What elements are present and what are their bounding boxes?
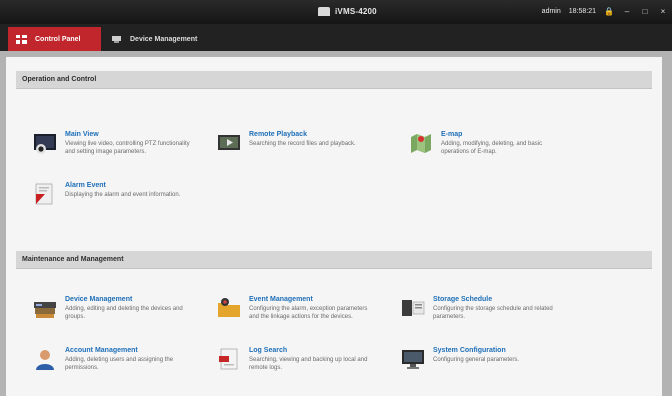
section-title: Maintenance and Management	[22, 256, 124, 263]
item-desc: Displaying the alarm and event informati…	[65, 192, 181, 198]
lock-icon[interactable]: 🔒	[604, 7, 614, 16]
item-desc: Searching the record files and playback.	[249, 141, 356, 147]
monitor-icon	[402, 350, 424, 369]
item-name: Log Search	[249, 347, 288, 354]
item-name: Account Management	[65, 347, 138, 354]
section-maintenance-management: Maintenance and Management	[16, 251, 652, 269]
alarm-icon	[35, 183, 53, 205]
user-icon	[36, 350, 54, 370]
section-title: Operation and Control	[22, 76, 97, 83]
log-icon	[219, 348, 238, 370]
item-remote-playback[interactable]: Remote Playback Searching the record fil…	[217, 131, 379, 155]
clock: 18:58:21	[568, 8, 596, 15]
item-storage-schedule[interactable]: Storage Schedule Configuring the storage…	[401, 296, 563, 321]
item-name: Storage Schedule	[433, 296, 493, 303]
tab-device-management[interactable]: Device Management	[103, 27, 205, 51]
storage-icon	[402, 300, 425, 316]
user-area: admin 18:58:21 🔒 – □ ×	[542, 7, 668, 16]
item-desc: Configuring general parameters.	[433, 357, 520, 363]
camera-icon	[34, 134, 56, 154]
tab-bar: Control Panel Device Management	[0, 24, 672, 51]
item-event-management[interactable]: Event Management Configuring the alarm, …	[217, 296, 379, 321]
item-name: Alarm Event	[65, 182, 106, 189]
item-desc: Adding, editing and deleting the devices…	[65, 306, 183, 321]
item-name: System Configuration	[433, 347, 506, 354]
username[interactable]: admin	[542, 8, 561, 15]
item-name: Main View	[65, 131, 99, 138]
title-bar: iVMS-4200 admin 18:58:21 🔒 – □ ×	[0, 0, 672, 24]
item-main-view[interactable]: Main View Viewing live video, controllin…	[33, 131, 195, 156]
app-logo-icon	[318, 7, 330, 16]
tab-control-panel[interactable]: Control Panel	[8, 27, 101, 51]
content-area: Operation and Control Main View Viewing …	[0, 51, 672, 396]
grid-icon	[16, 34, 27, 44]
item-name: Device Management	[65, 296, 133, 303]
app-title: iVMS-4200	[318, 7, 377, 16]
item-desc: Configuring the alarm, exception paramet…	[249, 306, 368, 321]
item-system-configuration[interactable]: System Configuration Configuring general…	[401, 347, 563, 371]
item-log-search[interactable]: Log Search Searching, viewing and backin…	[217, 347, 379, 372]
item-desc: Viewing live video, controlling PTZ func…	[65, 141, 190, 156]
item-alarm-event[interactable]: Alarm Event Displaying the alarm and eve…	[33, 182, 195, 206]
item-account-management[interactable]: Account Management Adding, deleting user…	[33, 347, 195, 372]
close-icon[interactable]: ×	[658, 7, 668, 16]
section-operation-control: Operation and Control	[16, 71, 652, 89]
item-name: Event Management	[249, 296, 313, 303]
item-name: E-map	[441, 131, 463, 138]
item-device-management[interactable]: Device Management Adding, editing and de…	[33, 296, 195, 321]
minimize-icon[interactable]: –	[622, 7, 632, 16]
playback-icon	[218, 135, 240, 150]
app-title-text: iVMS-4200	[335, 7, 377, 16]
item-desc: Adding, modifying, deleting, and basic o…	[441, 141, 543, 156]
item-desc: Adding, deleting users and assigning the…	[65, 357, 174, 372]
map-icon	[411, 134, 431, 153]
item-desc: Configuring the storage schedule and rel…	[433, 306, 553, 321]
folder-event-icon	[218, 298, 240, 317]
maximize-icon[interactable]: □	[640, 7, 650, 16]
device-management-icon	[34, 302, 56, 318]
control-panel: Operation and Control Main View Viewing …	[6, 57, 662, 396]
item-e-map[interactable]: E-map Adding, modifying, deleting, and b…	[409, 131, 571, 156]
tab-device-management-label: Device Management	[130, 35, 198, 43]
item-name: Remote Playback	[249, 131, 307, 138]
item-desc: Searching, viewing and backing up local …	[249, 357, 368, 372]
device-icon	[111, 35, 122, 44]
tab-control-panel-label: Control Panel	[35, 35, 81, 43]
